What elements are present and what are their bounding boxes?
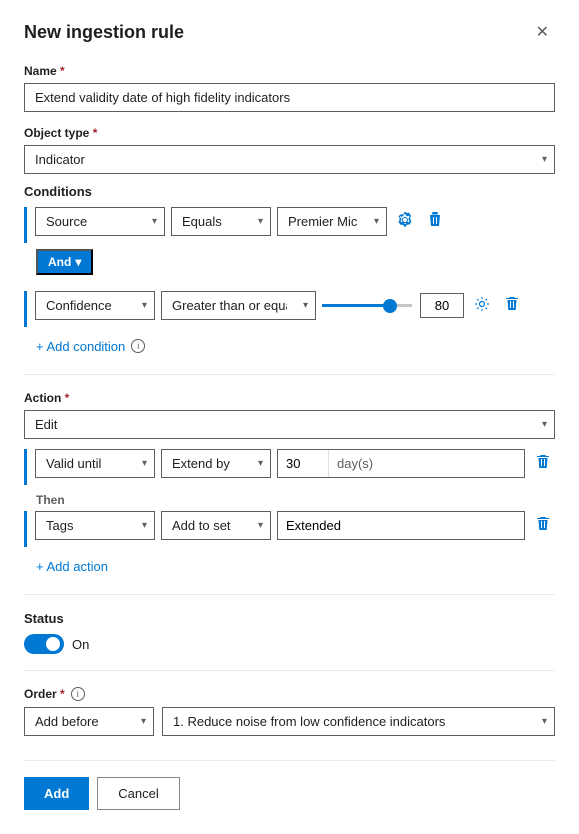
action-row-2: Tags ▾ Add to set ▾ — [24, 511, 555, 547]
action-row-1-line — [24, 449, 27, 485]
action1-delete-button[interactable] — [531, 450, 555, 478]
condition1-col2-select[interactable]: Equals — [171, 207, 271, 236]
condition1-col3-container: Premier Micro... ▾ — [277, 207, 387, 236]
action2-col1-container: Tags ▾ — [35, 511, 155, 540]
close-button[interactable]: ✕ — [530, 20, 555, 44]
name-input[interactable] — [24, 83, 555, 112]
condition1-settings-button[interactable] — [393, 208, 417, 236]
and-chevron-icon: ▾ — [75, 255, 81, 269]
order-col1-select[interactable]: Add before — [24, 707, 154, 736]
action-label: Action — [24, 391, 555, 405]
action2-delete-icon — [535, 516, 551, 536]
action2-col2-select[interactable]: Add to set — [161, 511, 271, 540]
object-type-select-container: Indicator ▾ — [24, 145, 555, 174]
condition1-col1-select[interactable]: Source — [35, 207, 165, 236]
divider-1 — [24, 374, 555, 375]
add-condition-label: + Add condition — [36, 339, 125, 354]
object-type-group: Object type Indicator ▾ — [24, 126, 555, 174]
order-col2-select[interactable]: 1. Reduce noise from low confidence indi… — [162, 707, 555, 736]
then-label: Then — [36, 493, 555, 507]
add-action-button[interactable]: + Add action — [36, 555, 108, 578]
action1-days-container: day(s) — [277, 449, 525, 478]
status-label: Status — [24, 611, 555, 626]
order-label: Order — [24, 687, 65, 701]
action1-col2-container: Extend by ▾ — [161, 449, 271, 478]
condition1-col2-container: Equals ▾ — [171, 207, 271, 236]
cancel-button[interactable]: Cancel — [97, 777, 179, 810]
status-toggle[interactable] — [24, 634, 64, 654]
action-select-container: Edit ▾ — [24, 410, 555, 439]
condition-row-2-line — [24, 291, 27, 327]
new-ingestion-rule-dialog: New ingestion rule ✕ Name Object type In… — [0, 0, 579, 834]
condition1-delete-icon — [427, 212, 443, 232]
condition2-col2-container: Greater than or equal ▾ — [161, 291, 316, 320]
order-row: Add before ▾ 1. Reduce noise from low co… — [24, 707, 555, 736]
add-condition-button[interactable]: + Add condition — [36, 335, 125, 358]
name-label: Name — [24, 64, 555, 78]
confidence-value-input[interactable] — [420, 293, 464, 318]
condition2-col2-select[interactable]: Greater than or equal — [161, 291, 316, 320]
condition-row-2: Confidence ▾ Greater than or equal ▾ — [24, 291, 555, 327]
action1-col1-container: Valid until ▾ — [35, 449, 155, 478]
action-row-1: Valid until ▾ Extend by ▾ day(s) — [24, 449, 555, 485]
conditions-section: Conditions Source ▾ Equals ▾ — [24, 184, 555, 358]
action-section: Action Edit ▾ Valid until ▾ — [24, 391, 555, 578]
action1-days-input[interactable] — [278, 450, 328, 477]
confidence-slider-container — [322, 293, 464, 318]
action2-col3-input[interactable] — [277, 511, 525, 540]
condition1-col1-container: Source ▾ — [35, 207, 165, 236]
name-field-group: Name — [24, 64, 555, 112]
condition2-settings-icon — [474, 296, 490, 316]
action2-col1-select[interactable]: Tags — [35, 511, 155, 540]
add-condition-info-icon[interactable]: i — [131, 339, 145, 353]
condition2-delete-icon — [504, 296, 520, 316]
condition-row-2-content: Confidence ▾ Greater than or equal ▾ — [35, 291, 555, 320]
and-badge-container: And ▾ — [36, 249, 555, 283]
add-action-label: + Add action — [36, 559, 108, 574]
confidence-slider[interactable] — [322, 304, 412, 307]
footer: Add Cancel — [24, 760, 555, 810]
action-select[interactable]: Edit — [24, 410, 555, 439]
condition2-col1-select[interactable]: Confidence — [35, 291, 155, 320]
status-section: Status On — [24, 611, 555, 654]
action-row-1-content: Valid until ▾ Extend by ▾ day(s) — [35, 449, 555, 478]
order-col2-container: 1. Reduce noise from low confidence indi… — [162, 707, 555, 736]
and-badge-button[interactable]: And ▾ — [36, 249, 93, 275]
object-type-label: Object type — [24, 126, 555, 140]
dialog-header: New ingestion rule ✕ — [24, 20, 555, 44]
condition1-delete-button[interactable] — [423, 208, 447, 236]
add-button[interactable]: Add — [24, 777, 89, 810]
conditions-label: Conditions — [24, 184, 555, 199]
action-row-2-content: Tags ▾ Add to set ▾ — [35, 511, 555, 540]
condition2-settings-button[interactable] — [470, 292, 494, 320]
order-col1-container: Add before ▾ — [24, 707, 154, 736]
dialog-title: New ingestion rule — [24, 22, 184, 43]
condition-row-1-content: Source ▾ Equals ▾ Premier Micro... ▾ — [35, 207, 555, 236]
order-section: Order i Add before ▾ 1. Reduce noise fro… — [24, 687, 555, 736]
order-label-row: Order i — [24, 687, 555, 701]
and-label: And — [48, 255, 71, 269]
order-info-icon[interactable]: i — [71, 687, 85, 701]
add-condition-container: + Add condition i — [36, 333, 555, 358]
condition2-delete-button[interactable] — [500, 292, 524, 320]
action2-delete-button[interactable] — [531, 512, 555, 540]
toggle-container: On — [24, 634, 555, 654]
action-row-2-line — [24, 511, 27, 547]
divider-2 — [24, 594, 555, 595]
condition-row-1-line — [24, 207, 27, 243]
action1-col2-select[interactable]: Extend by — [161, 449, 271, 478]
action1-delete-icon — [535, 454, 551, 474]
condition-row-1: Source ▾ Equals ▾ Premier Micro... ▾ — [24, 207, 555, 243]
divider-3 — [24, 670, 555, 671]
condition1-settings-icon — [397, 212, 413, 232]
add-action-container: + Add action — [36, 553, 555, 578]
action1-days-suffix: day(s) — [328, 450, 381, 477]
action2-col2-container: Add to set ▾ — [161, 511, 271, 540]
status-on-label: On — [72, 637, 89, 652]
object-type-select[interactable]: Indicator — [24, 145, 555, 174]
action1-col1-select[interactable]: Valid until — [35, 449, 155, 478]
toggle-slider — [24, 634, 64, 654]
condition1-col3-select[interactable]: Premier Micro... — [277, 207, 387, 236]
condition2-col1-container: Confidence ▾ — [35, 291, 155, 320]
